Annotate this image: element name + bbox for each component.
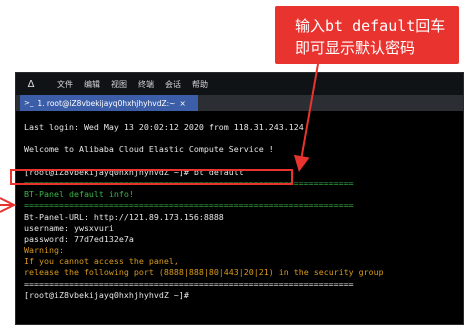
terminal-output[interactable]: Last login: Wed May 13 20:02:12 2020 fro… [24,122,459,324]
terminal-line: Warning: [24,245,64,256]
terminal-line: BT-Panel default info! [24,189,134,200]
terminal-icon: >_ [24,99,34,107]
menu-bar: Δ 文件 编辑 视图 终端 会话 帮助 [16,73,463,95]
annotation-callout: 输入bt default回车 即可显示默认密码 [275,6,459,64]
terminal-line: username: ywsxvuri [24,222,114,233]
close-icon[interactable]: × [179,99,185,108]
terminal-line: Welcome to Alibaba Cloud Elastic Compute… [24,144,274,155]
menu-view[interactable]: 视图 [111,79,127,90]
menu-session[interactable]: 会话 [165,79,181,90]
menu-edit[interactable]: 编辑 [84,79,100,90]
tab-label: 1. root@iZ8vbekijayq0hxhjhyhvdZ:~ [37,98,176,108]
app-logo-icon: Δ [27,78,35,90]
terminal-line: ========================================… [24,177,354,188]
callout-line-2: 即可显示默认密码 [295,39,416,57]
callout-line-1: 输入bt default回车 [295,17,446,35]
terminal-line: Bt-Panel-URL: http://121.89.173.156:8888 [24,211,224,222]
terminal-line: [root@iZ8vbekijayq0hxhjhyhvdZ ~]# bt def… [24,166,244,177]
tab-bar: >_ 1. root@iZ8vbekijayq0hxhjhyhvdZ:~ × [16,95,463,111]
menu-file[interactable]: 文件 [57,79,73,90]
terminal-line: Last login: Wed May 13 20:02:12 2020 fro… [24,122,304,132]
tab-session[interactable]: >_ 1. root@iZ8vbekijayq0hxhjhyhvdZ:~ × [20,95,198,111]
terminal-line: release the following port (8888|888|80|… [24,267,384,278]
side-arrow-icon [0,197,17,213]
menu-help[interactable]: 帮助 [192,79,208,90]
terminal-line: ========================================… [24,278,354,289]
terminal-line: password: 77d7ed132e7a [24,233,134,244]
terminal-window: Δ 文件 编辑 视图 终端 会话 帮助 >_ 1. root@iZ8vbekij… [15,72,464,325]
terminal-line: ========================================… [24,200,354,211]
terminal-line: [root@iZ8vbekijayq0hxhjhyhvdZ ~]# [24,289,189,300]
menu-terminal[interactable]: 终端 [138,79,154,90]
terminal-line: If you cannot access the panel, [24,256,179,267]
